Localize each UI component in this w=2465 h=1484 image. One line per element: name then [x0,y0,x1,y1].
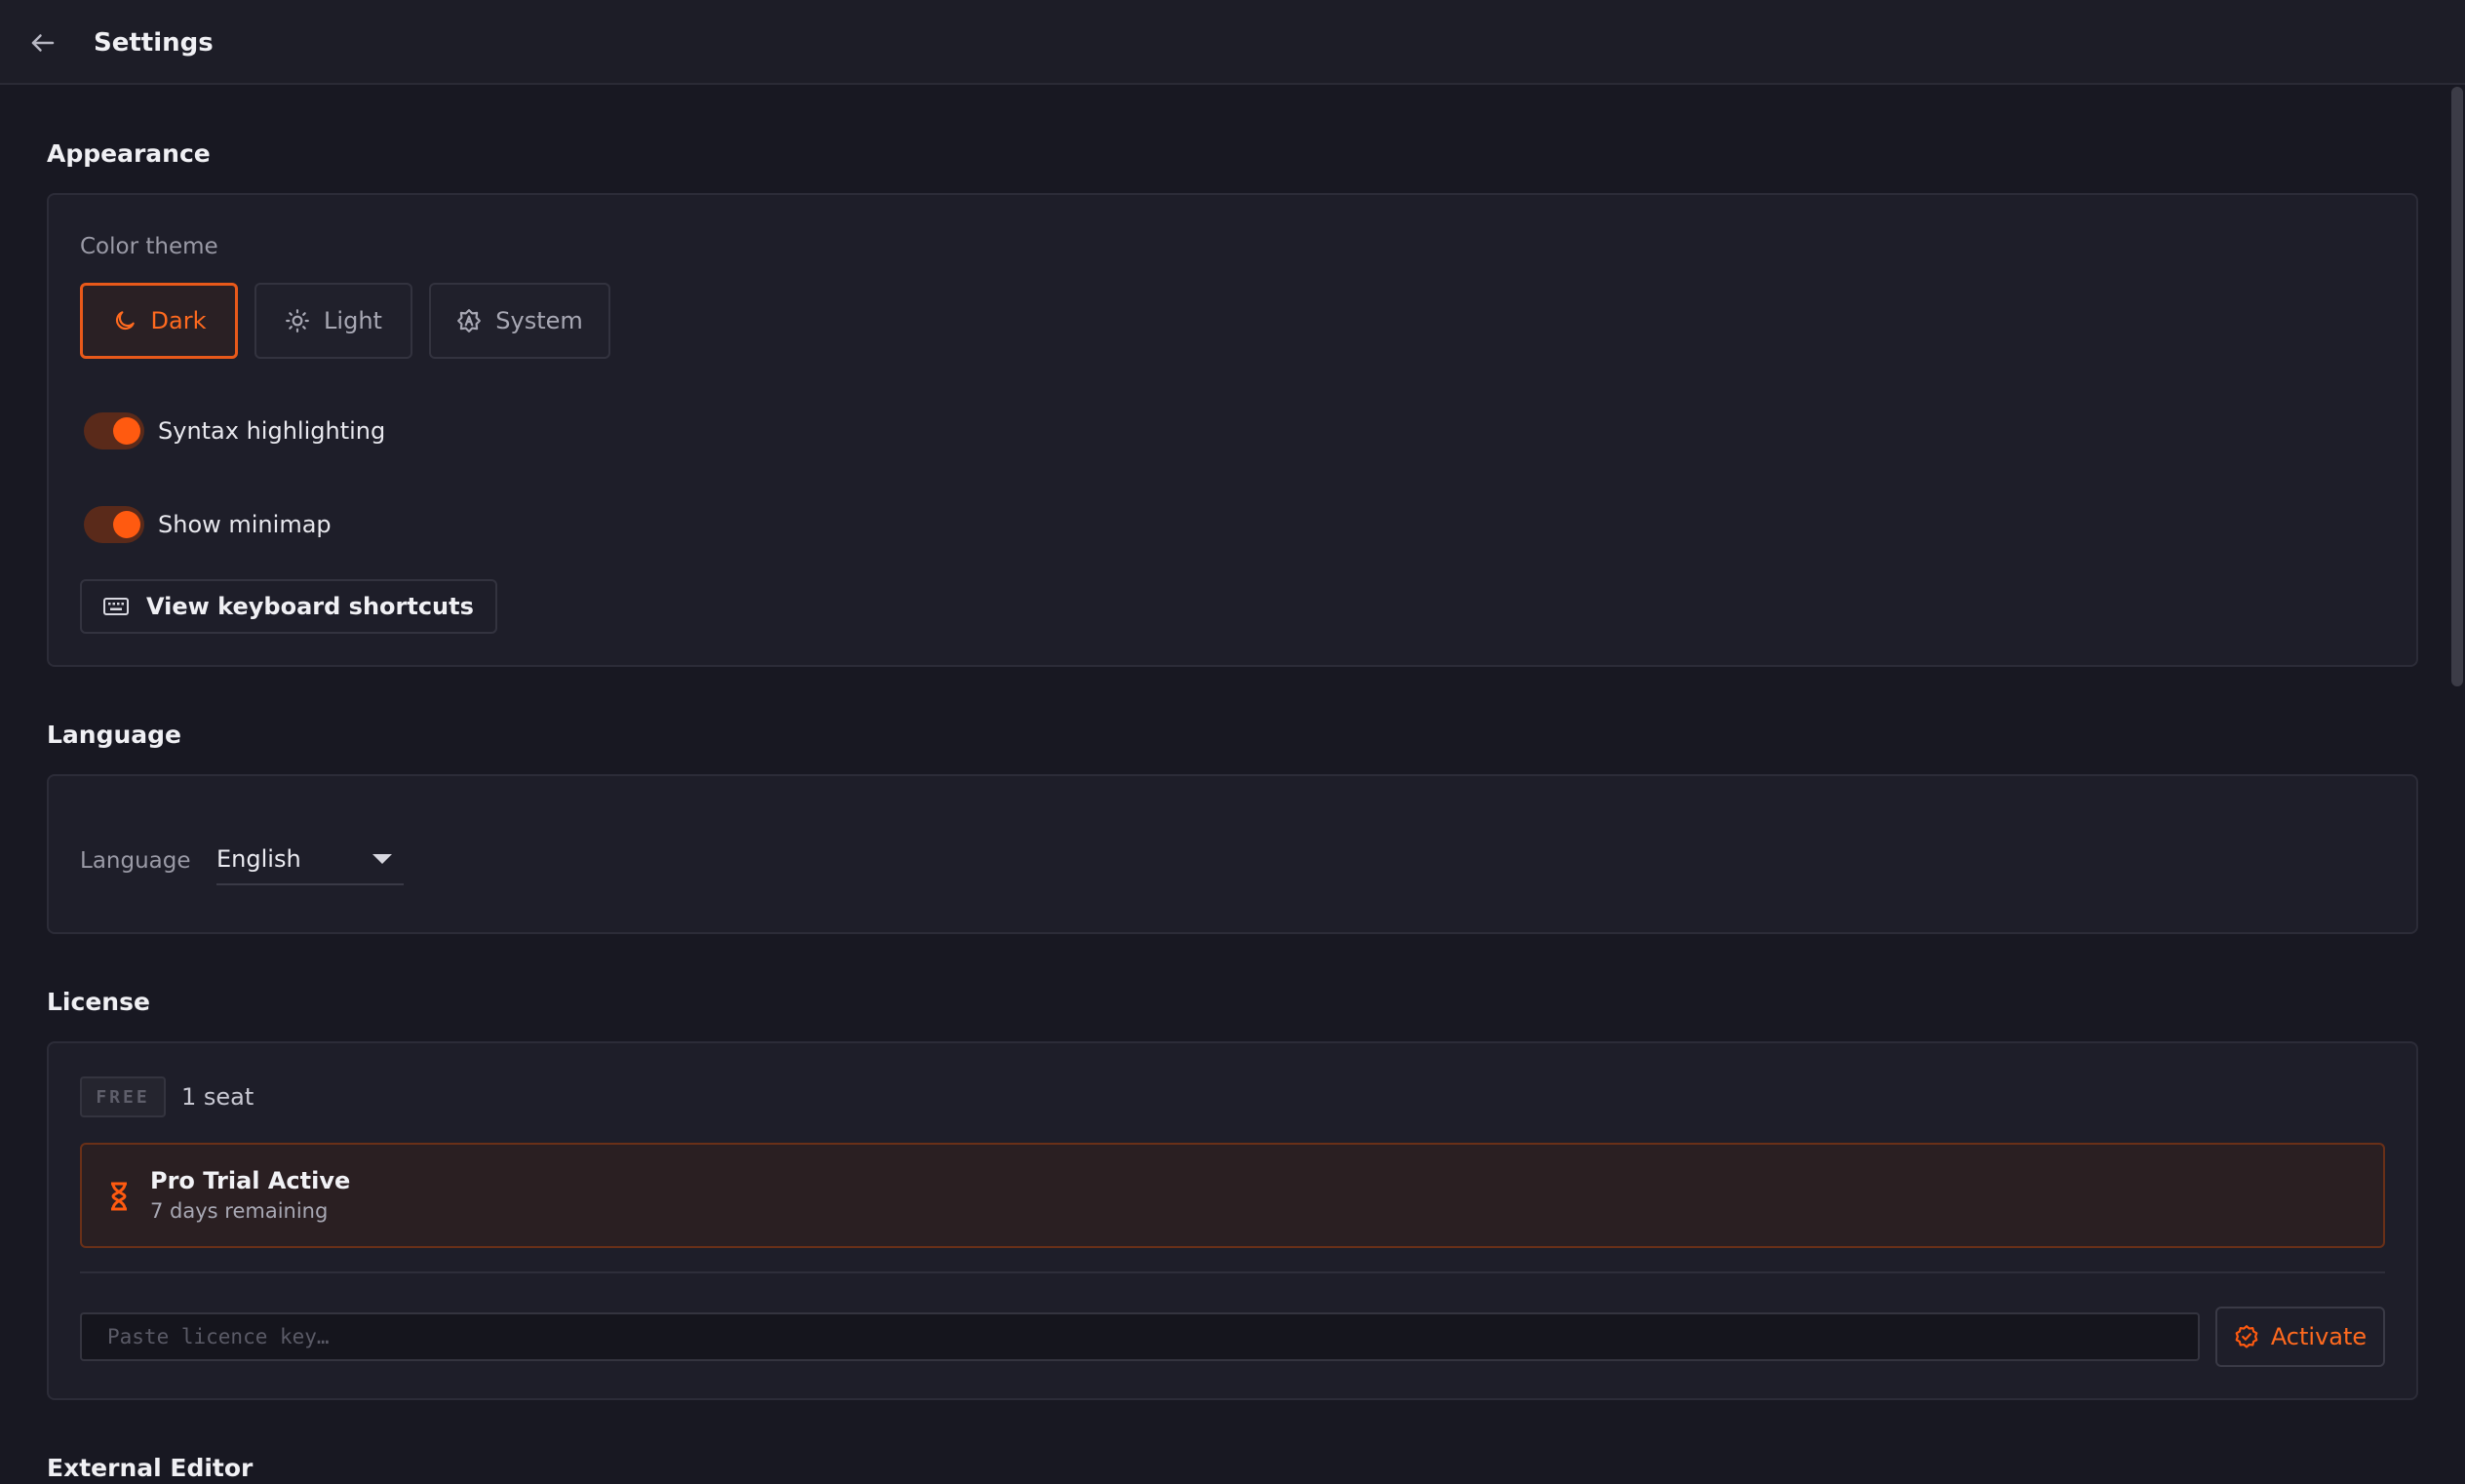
license-section-title: License [47,988,150,1016]
trial-status-banner: Pro Trial Active 7 days remaining [80,1143,2385,1248]
activate-label: Activate [2270,1323,2367,1350]
language-select[interactable]: English [216,835,404,885]
license-card: FREE 1 seat Pro Trial Active 7 days rema… [47,1041,2418,1400]
theme-system-label: System [495,307,583,334]
view-keyboard-shortcuts-button[interactable]: View keyboard shortcuts [80,579,497,634]
chevron-down-icon [372,854,392,864]
theme-system-button[interactable]: System [429,283,610,359]
syntax-highlighting-label: Syntax highlighting [158,417,386,445]
toggle-knob [113,511,140,538]
theme-light-label: Light [324,307,382,334]
show-minimap-label: Show minimap [158,511,332,538]
language-field-label: Language [80,848,191,874]
check-badge-icon [2235,1325,2258,1348]
appearance-section-title: Appearance [47,139,211,168]
toggle-knob [113,417,140,445]
moon-icon [115,311,135,331]
licence-key-input[interactable] [80,1312,2200,1361]
divider [80,1271,2385,1273]
back-button[interactable] [23,23,62,62]
show-minimap-toggle[interactable] [84,506,144,543]
view-keyboard-shortcuts-label: View keyboard shortcuts [146,593,474,620]
activate-button[interactable]: Activate [2215,1307,2385,1367]
language-section-title: Language [47,721,182,749]
syntax-highlighting-row: Syntax highlighting [84,411,385,450]
keyboard-icon [103,598,129,615]
trial-remaining: 7 days remaining [150,1199,329,1223]
page-title: Settings [94,28,214,58]
hourglass-icon [111,1182,127,1211]
scrollbar-thumb[interactable] [2451,87,2463,686]
theme-dark-button[interactable]: Dark [80,283,238,359]
language-selected-value: English [216,845,301,873]
settings-scroll-area[interactable]: Appearance Color theme Dark Light System… [0,87,2445,1484]
scrollbar[interactable] [2445,87,2465,1484]
color-theme-label: Color theme [80,234,218,259]
plan-badge: FREE [80,1076,166,1117]
appearance-card: Color theme Dark Light System Syntax hig… [47,193,2418,667]
show-minimap-row: Show minimap [84,505,332,544]
arrow-left-icon [31,34,55,52]
theme-dark-label: Dark [150,307,207,334]
theme-light-button[interactable]: Light [254,283,412,359]
syntax-highlighting-toggle[interactable] [84,412,144,449]
system-icon [457,309,482,332]
seat-count: 1 seat [181,1083,254,1111]
language-card: Language English [47,774,2418,934]
external-editor-section-title: External Editor [47,1454,254,1482]
sun-icon [286,309,309,332]
top-bar: Settings [0,0,2465,85]
trial-title: Pro Trial Active [150,1167,351,1194]
